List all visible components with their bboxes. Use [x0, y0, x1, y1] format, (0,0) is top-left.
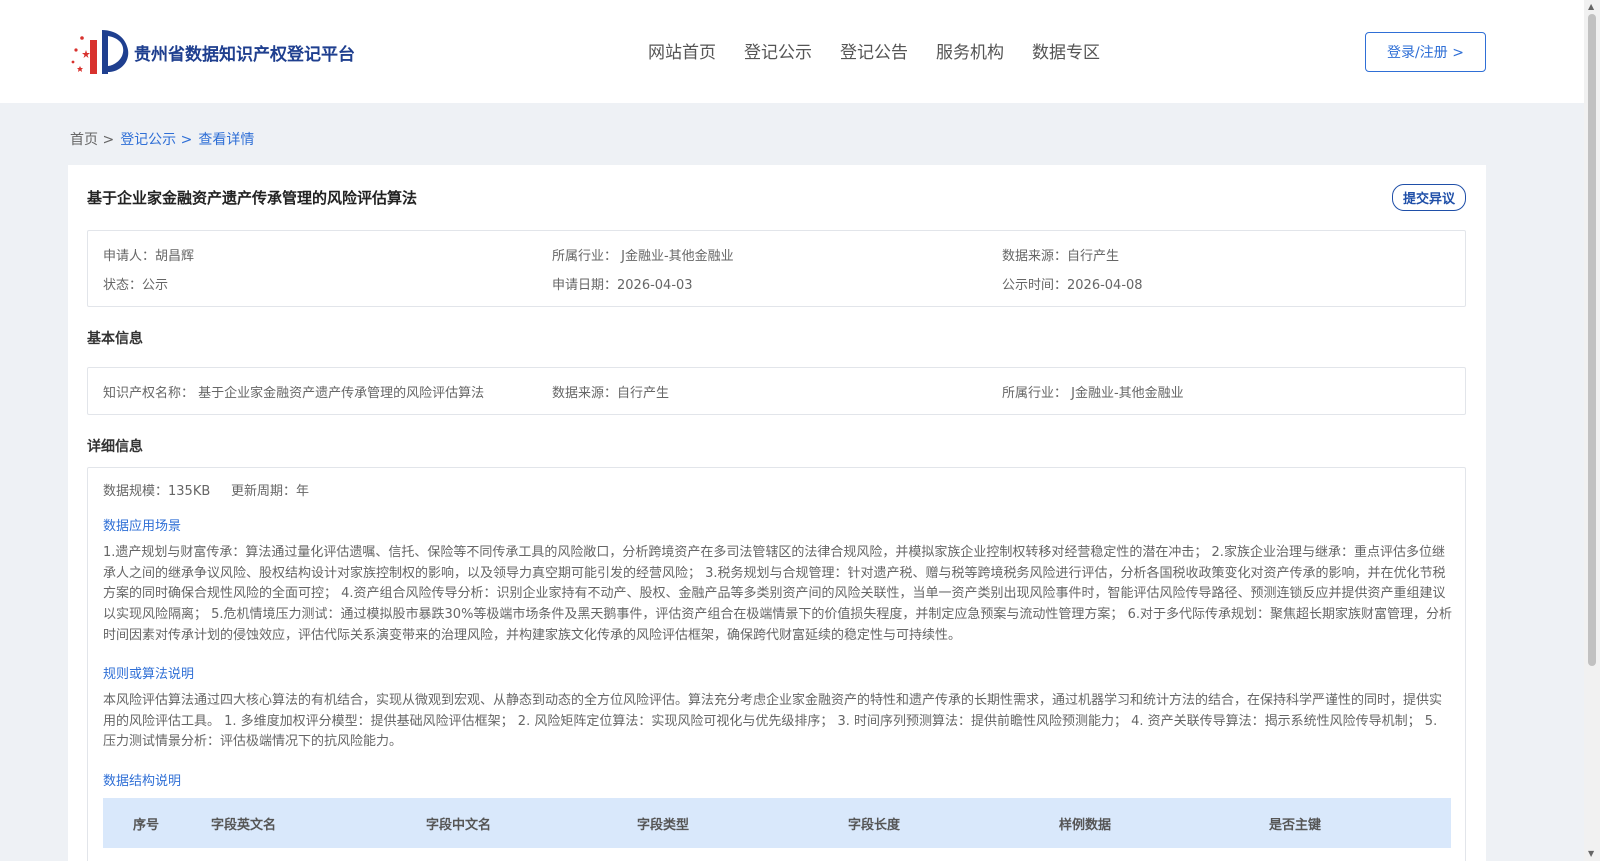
col-field-type: 字段类型: [637, 818, 690, 833]
nav-home[interactable]: 网站首页: [648, 38, 716, 63]
update-cycle: 更新周期：年: [231, 484, 310, 499]
publicity-time: 公示时间：2026-04-08: [1002, 278, 1143, 293]
detail-info-box: 数据规模：135KB 更新周期：年 数据应用场景 1.遗产规划与财富传承：算法通…: [87, 467, 1466, 861]
scroll-thumb[interactable]: [1588, 14, 1596, 666]
main-nav: 网站首页 登记公示 登记公告 服务机构 数据专区: [648, 38, 1100, 63]
breadcrumb-home[interactable]: 首页 >: [70, 129, 114, 149]
algorithm-title: 规则或算法说明: [103, 667, 195, 682]
site-logo[interactable]: 贵州省数据知识产权登记平台: [70, 26, 355, 78]
site-name: 贵州省数据知识产权登记平台: [134, 44, 355, 65]
data-source: 数据来源：自行产生: [1002, 249, 1120, 264]
status: 状态：公示: [103, 278, 169, 293]
structure-title: 数据结构说明: [103, 774, 182, 789]
applicant: 申请人：胡昌辉: [103, 249, 195, 264]
scroll-down-icon[interactable]: ▼: [1588, 849, 1594, 858]
record-title: 基于企业家金融资产遗产传承管理的风险评估算法: [87, 189, 418, 207]
nav-announcement[interactable]: 登记公告: [840, 38, 908, 63]
col-primary-key: 是否主键: [1269, 818, 1322, 833]
breadcrumb-current: 查看详情: [198, 132, 255, 148]
page-scrollbar[interactable]: ▲ ▼: [1584, 0, 1600, 861]
basic-info-box: 知识产权名称： 基于企业家金融资产遗产传承管理的风险评估算法 数据来源：自行产生…: [87, 367, 1466, 415]
scroll-up-icon[interactable]: ▲: [1588, 2, 1594, 11]
data-scale: 数据规模：135KB: [103, 484, 211, 499]
apply-date: 申请日期：2026-04-03: [552, 278, 693, 293]
col-sample-data: 样例数据: [1059, 818, 1112, 833]
site-header: 贵州省数据知识产权登记平台 网站首页 登记公示 登记公告 服务机构 数据专区 登…: [0, 0, 1584, 103]
detail-card: 基于企业家金融资产遗产传承管理的风险评估算法 提交异议 申请人：胡昌辉 所属行业…: [68, 165, 1486, 861]
breadcrumb: 首页 > 登记公示 > 查看详情: [70, 129, 254, 149]
scenario-title: 数据应用场景: [103, 519, 182, 534]
algorithm-text: 本风险评估算法通过四大核心算法的有机结合，实现从微观到宏观、从静态到动态的全方位…: [103, 693, 1443, 750]
nav-publicity[interactable]: 登记公示: [744, 38, 812, 63]
industry: 所属行业： J金融业-其他金融业: [552, 249, 734, 264]
detail-info-title: 详细信息: [87, 439, 143, 455]
summary-box: 申请人：胡昌辉 所属行业： J金融业-其他金融业 数据来源：自行产生 状态：公示…: [87, 230, 1466, 307]
nav-service-agency[interactable]: 服务机构: [936, 38, 1004, 63]
scenario-text: 1.遗产规划与财富传承：算法通过量化评估遗嘱、信托、保险等不同传承工具的风险敞口…: [103, 545, 1452, 643]
nav-data-zone[interactable]: 数据专区: [1032, 38, 1100, 63]
col-field-en: 字段英文名: [211, 818, 277, 833]
col-field-cn: 字段中文名: [426, 818, 492, 833]
structure-table-header: 序号 字段英文名 字段中文名 字段类型 字段长度 样例数据 是否主键: [103, 798, 1451, 848]
submit-objection-button[interactable]: 提交异议: [1392, 184, 1466, 211]
basic-industry: 所属行业： J金融业-其他金融业: [1002, 386, 1184, 401]
basic-info-title: 基本信息: [87, 331, 143, 347]
logo-icon: [70, 26, 130, 78]
breadcrumb-publicity[interactable]: 登记公示 >: [120, 129, 192, 149]
col-index: 序号: [133, 818, 160, 833]
login-register-button[interactable]: 登录/注册 >: [1365, 32, 1486, 72]
col-field-length: 字段长度: [848, 818, 901, 833]
basic-data-source: 数据来源：自行产生: [552, 386, 670, 401]
ip-name: 知识产权名称： 基于企业家金融资产遗产传承管理的风险评估算法: [103, 386, 485, 401]
